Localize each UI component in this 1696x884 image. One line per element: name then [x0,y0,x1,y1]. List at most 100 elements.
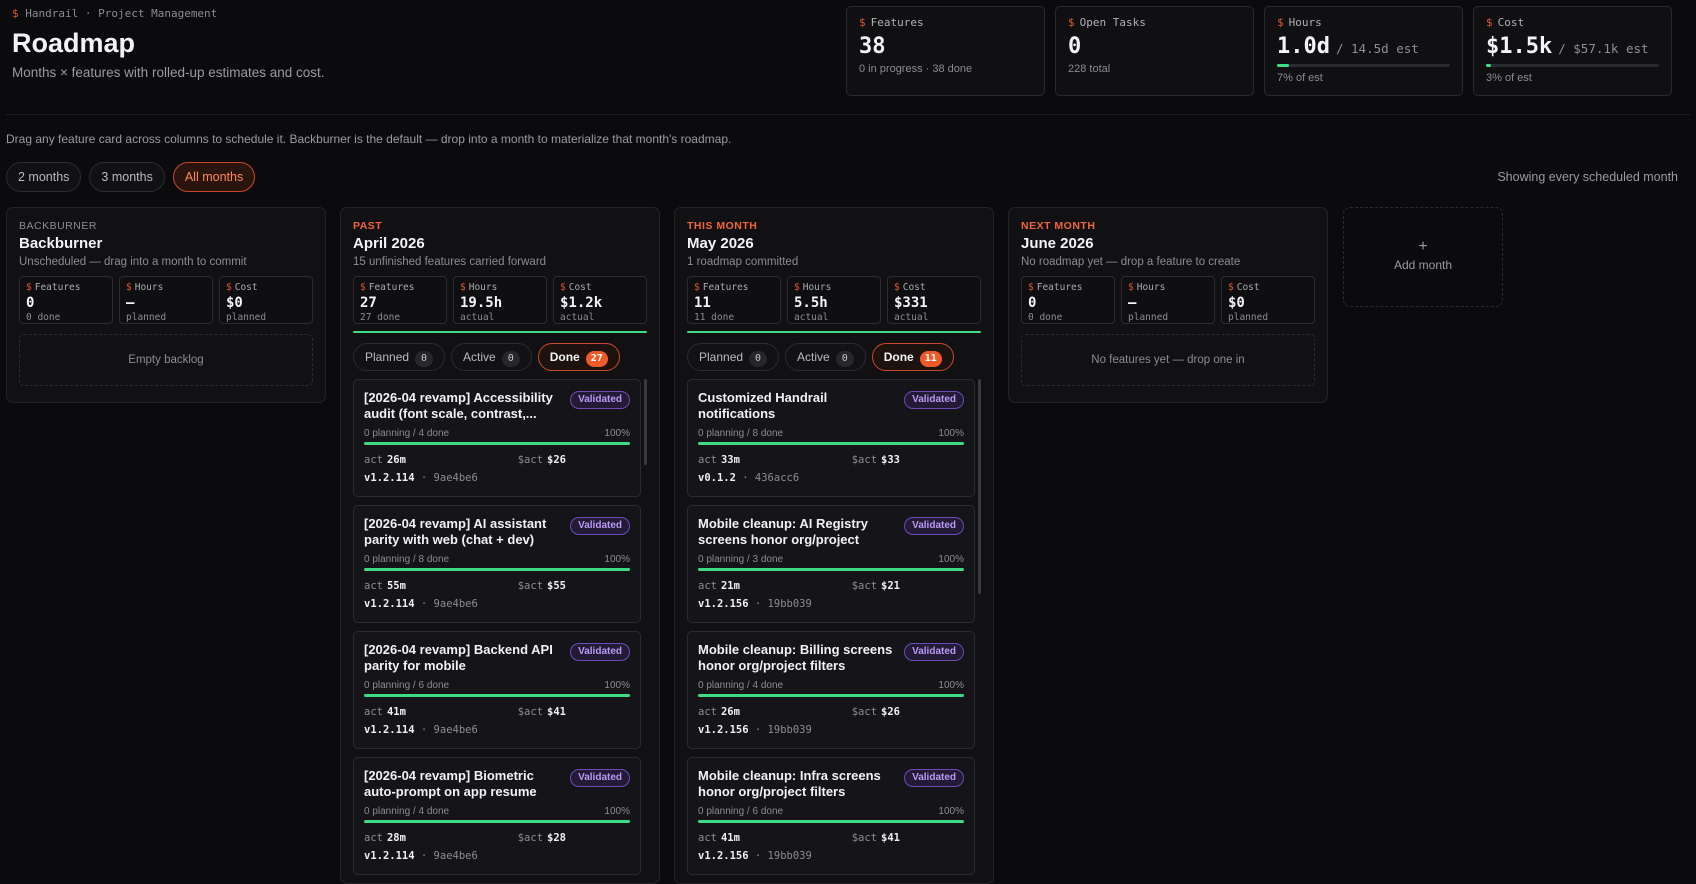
scrollbar[interactable] [978,379,981,594]
stat-value: — [1128,295,1137,311]
add-month-button[interactable]: + Add month [1343,207,1503,307]
status-tabs: Planned 0 Active 0 Done 27 [353,343,647,371]
stat-sub: actual [794,312,829,323]
actual-time-label: act [364,454,383,466]
progress-percent: 100% [938,428,964,439]
tab-done[interactable]: Done 11 [871,343,954,371]
feature-card[interactable]: [2026-04 revamp] Accessibility audit (fo… [353,379,641,497]
actual-cost: $act $55 [518,580,566,592]
feature-card[interactable]: [2026-04 revamp] Backend API parity for … [353,631,641,749]
commit-hash[interactable]: 9ae4be6 [434,472,478,484]
column-backburner[interactable]: BACKBURNER Backburner Unscheduled — drag… [6,207,326,403]
actual-cost-value: $41 [881,832,900,844]
column-stats: $ Features 0 0 done $ Hours — planned $ Cost $0 p… [1021,276,1315,324]
breadcrumb[interactable]: $ Handrail · Project Management [12,7,217,20]
actual-cost-label: $act [851,832,878,844]
stat-label: Features [368,282,415,293]
stat-label: Hours [134,282,164,293]
dollar-icon: $ [226,282,232,293]
actual-cost-label: $act [851,706,878,718]
stat-features: $ Features 27 27 done [353,276,447,324]
column-kicker: BACKBURNER [19,220,97,232]
feature-card[interactable]: [2026-04 revamp] Biometric auto-prompt o… [353,757,641,875]
kpi-cost[interactable]: $ Cost $1.5k / $57.1k est 3% of est [1473,6,1672,96]
progress-percent: 100% [938,680,964,691]
commit-hash[interactable]: 9ae4be6 [434,850,478,862]
kpi-value: $1.5k / $57.1k est [1486,34,1659,59]
stat-sub: planned [226,312,267,323]
column-may-2026[interactable]: THIS MONTH May 2026 1 roadmap committed … [674,207,994,884]
actual-time: act 33m [698,454,740,466]
actual-cost-value: $55 [547,580,566,592]
version-tag: v1.2.114 [364,472,415,484]
commit-hash[interactable]: 436acc6 [755,472,799,484]
column-april-2026[interactable]: PAST April 2026 15 unfinished features c… [340,207,660,884]
feature-card-list[interactable]: Customized Handrail notifications Valida… [687,379,981,884]
filter-2-months[interactable]: 2 months [6,162,82,192]
tab-count: 0 [415,351,434,367]
tab-done[interactable]: Done 27 [537,343,620,371]
dollar-icon: $ [694,282,700,293]
tab-active[interactable]: Active 0 [785,343,866,371]
actual-time-value: 41m [720,832,740,844]
actual-time-value: 55m [386,580,406,592]
feature-card[interactable]: Mobile cleanup: AI Registry screens hono… [687,505,975,623]
column-stats: $ Features 11 11 done $ Hours 5.5h actual $ Cos… [687,276,981,324]
commit-hash[interactable]: 19bb039 [768,850,812,862]
commit-hash[interactable]: 9ae4be6 [434,724,478,736]
feature-card[interactable]: [2026-04 revamp] AI assistant parity wit… [353,505,641,623]
column-subtitle: 15 unfinished features carried forward [353,256,547,268]
feature-card[interactable]: Mobile cleanup: Billing screens honor or… [687,631,975,749]
progress-percent: 100% [604,428,630,439]
progress-percent: 100% [938,806,964,817]
actual-cost-label: $act [517,706,544,718]
filter-all-months[interactable]: All months [172,162,256,192]
progress-bar [364,568,630,571]
scrollbar[interactable] [644,379,647,465]
kpi-label: Cost [1497,16,1525,29]
version-tag: v1.2.156 [698,850,749,862]
stat-sub: planned [1228,312,1269,323]
tab-planned[interactable]: Planned 0 [687,343,780,371]
kpi-features[interactable]: $ Features 38 0 in progress · 38 done [846,6,1045,96]
tab-planned[interactable]: Planned 0 [353,343,446,371]
kpi-label: Features [870,16,924,29]
column-june-2026[interactable]: NEXT MONTH June 2026 No roadmap yet — dr… [1008,207,1328,403]
feature-card-list[interactable]: [2026-04 revamp] Accessibility audit (fo… [353,379,647,884]
stat-label: Cost [234,282,258,293]
feature-card[interactable]: Customized Handrail notifications Valida… [687,379,975,497]
tab-active[interactable]: Active 0 [451,343,532,371]
actual-cost-value: $26 [881,706,900,718]
version-tag: v0.1.2 [698,472,736,484]
kpi-hours[interactable]: $ Hours 1.0d / 14.5d est 7% of est [1264,6,1463,96]
progress-bar [698,442,964,445]
planning-count: 0 planning / 4 done [698,680,784,691]
commit-hash[interactable]: 19bb039 [768,724,812,736]
commit-hash[interactable]: 9ae4be6 [434,598,478,610]
actual-cost: $act $26 [852,706,900,718]
progress-percent: 100% [604,554,630,565]
feature-title: [2026-04 revamp] Accessibility audit (fo… [364,390,553,421]
planning-count: 0 planning / 4 done [364,806,450,817]
stat-label: Cost [568,282,592,293]
status-tabs: Planned 0 Active 0 Done 11 [687,343,981,371]
kpi-sub: 7% of est [1277,72,1323,84]
stat-sub: 27 done [360,312,401,323]
kpi-estimate: / $57.1k est [1558,41,1649,56]
actual-time: act 28m [364,832,406,844]
progress-percent: 100% [604,680,630,691]
actual-time: act 21m [698,580,740,592]
kpi-strip: $ Features 38 0 in progress · 38 done $ Op… [846,6,1672,96]
empty-dropzone[interactable]: Empty backlog [19,334,313,386]
column-subtitle: 1 roadmap committed [687,256,799,268]
validated-badge: Validated [904,517,964,535]
progress-bar [364,694,630,697]
filter-3-months[interactable]: 3 months [89,162,165,192]
page-header: $ Handrail · Project Management Roadmap … [6,0,1690,115]
feature-card[interactable]: Mobile cleanup: Infra screens honor org/… [687,757,975,875]
commit-hash[interactable]: 19bb039 [768,598,812,610]
column-subtitle: No roadmap yet — drop a feature to creat… [1021,256,1241,268]
kpi-open-tasks[interactable]: $ Open Tasks 0 228 total [1055,6,1254,96]
empty-dropzone[interactable]: No features yet — drop one in [1021,334,1315,386]
stat-value: $331 [894,295,928,311]
